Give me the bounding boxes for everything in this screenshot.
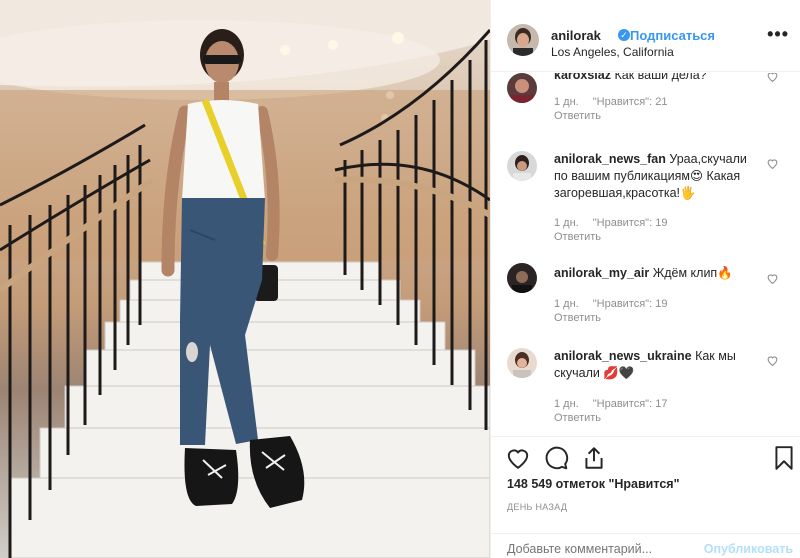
comment-meta: 1 дн. "Нравится": 17: [554, 398, 667, 410]
post-actions: 148 549 отметок "Нравится" ДЕНЬ НАЗАД Оп…: [491, 436, 800, 558]
author-avatar[interactable]: [507, 24, 539, 56]
reply-button[interactable]: Ответить: [554, 312, 601, 324]
follow-button[interactable]: Подписаться: [630, 28, 715, 43]
comment-text: anilorak_news_ukraine Как мы скучали 💋🖤: [554, 348, 764, 382]
like-heart-icon[interactable]: [505, 445, 531, 471]
like-comment-heart-icon[interactable]: [766, 272, 779, 285]
comment-likes[interactable]: "Нравится": 21: [593, 96, 668, 108]
comment-time[interactable]: 1 дн.: [554, 96, 579, 108]
reply-button[interactable]: Ответить: [554, 412, 601, 424]
comment-text: anilorak_news_fan Ураа,скучали по вашим …: [554, 151, 764, 202]
publish-comment-button[interactable]: Опубликовать: [704, 542, 793, 556]
post-likes-count[interactable]: 148 549 отметок "Нравится": [507, 477, 680, 491]
comment-meta: 1 дн. "Нравится": 19: [554, 298, 667, 310]
add-comment-bar: Опубликовать: [491, 533, 800, 558]
comment-likes[interactable]: "Нравится": 19: [593, 217, 668, 229]
like-comment-heart-icon[interactable]: [766, 73, 779, 83]
post-timestamp[interactable]: ДЕНЬ НАЗАД: [507, 502, 567, 512]
comment-time[interactable]: 1 дн.: [554, 298, 579, 310]
comment-meta: 1 дн. "Нравится": 19: [554, 217, 667, 229]
comment-time[interactable]: 1 дн.: [554, 398, 579, 410]
bookmark-icon[interactable]: [771, 445, 797, 471]
reply-button[interactable]: Ответить: [554, 110, 601, 122]
commenter-avatar[interactable]: [507, 151, 537, 181]
comment-body: Ждём клип🔥: [652, 266, 733, 280]
comment-username[interactable]: anilorak_my_air: [554, 266, 649, 280]
reply-button[interactable]: Ответить: [554, 231, 601, 243]
post-photo[interactable]: [0, 0, 490, 558]
comment-input[interactable]: [507, 542, 697, 556]
author-username[interactable]: anilorak: [551, 28, 601, 43]
comment-time[interactable]: 1 дн.: [554, 217, 579, 229]
comment-likes[interactable]: "Нравится": 17: [593, 398, 668, 410]
commenter-avatar[interactable]: [507, 263, 537, 293]
verified-badge-icon: ✓: [618, 29, 630, 41]
like-comment-heart-icon[interactable]: [766, 354, 779, 367]
comment-username[interactable]: anilorak_news_fan: [554, 152, 666, 166]
comment-bubble-icon[interactable]: [543, 445, 569, 471]
commenter-avatar[interactable]: [507, 348, 537, 378]
comment-username[interactable]: karoxsiaz: [554, 73, 611, 82]
comments-list[interactable]: karoxsiaz Как ваши дела? 1 дн. "Нравится"…: [491, 73, 800, 435]
comment-text: karoxsiaz Как ваши дела?: [554, 73, 764, 84]
commenter-avatar[interactable]: [507, 73, 537, 103]
comment-username[interactable]: anilorak_news_ukraine: [554, 349, 692, 363]
comment-text: anilorak_my_air Ждём клип🔥: [554, 265, 764, 282]
comment-meta: 1 дн. "Нравится": 21: [554, 96, 667, 108]
photo-scene: [0, 0, 490, 558]
like-comment-heart-icon[interactable]: [766, 157, 779, 170]
more-options-icon[interactable]: •••: [767, 24, 789, 45]
comment-body: Как ваши дела?: [614, 73, 707, 82]
post-side-panel: anilorak ✓ Подписаться Los Angeles, Cali…: [490, 0, 800, 558]
post-header: anilorak ✓ Подписаться Los Angeles, Cali…: [491, 0, 800, 72]
comment-likes[interactable]: "Нравится": 19: [593, 298, 668, 310]
share-icon[interactable]: [581, 445, 607, 471]
post-location[interactable]: Los Angeles, California: [551, 45, 674, 59]
